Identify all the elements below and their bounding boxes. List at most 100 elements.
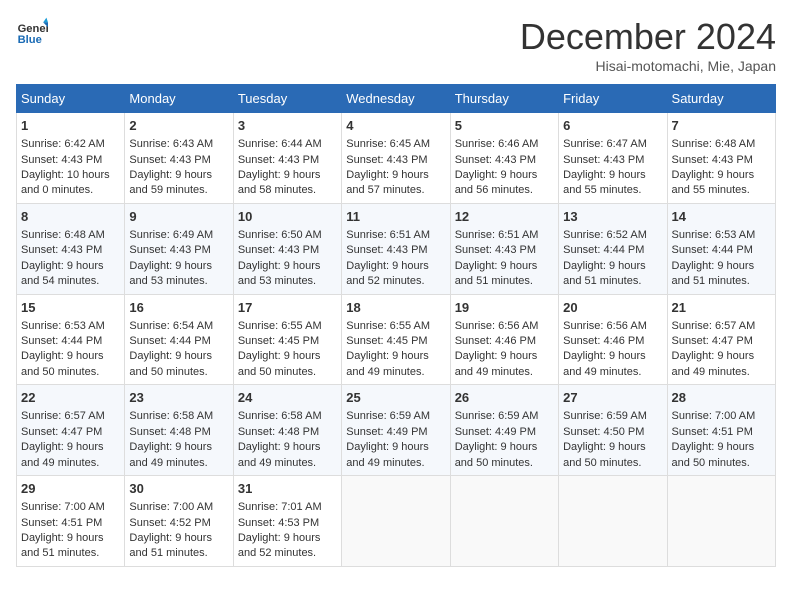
- day-number: 27: [563, 389, 662, 407]
- calendar-cell: 17Sunrise: 6:55 AMSunset: 4:45 PMDayligh…: [233, 294, 341, 385]
- day-info-line: Sunset: 4:43 PM: [672, 153, 771, 168]
- svg-text:General: General: [18, 23, 48, 35]
- day-info-line: and 57 minutes.: [346, 183, 445, 198]
- day-info-line: Sunset: 4:47 PM: [672, 334, 771, 349]
- day-info-line: Sunset: 4:43 PM: [455, 153, 554, 168]
- logo: General Blue: [16, 16, 48, 48]
- weekday-header-saturday: Saturday: [667, 85, 775, 113]
- day-info-line: Sunset: 4:49 PM: [346, 425, 445, 440]
- day-info-line: Sunrise: 6:59 AM: [455, 409, 554, 424]
- weekday-header-friday: Friday: [559, 85, 667, 113]
- day-info-line: Sunrise: 6:43 AM: [129, 137, 228, 152]
- day-number: 20: [563, 299, 662, 317]
- day-info-line: Daylight: 9 hours: [238, 168, 337, 183]
- calendar-cell: 13Sunrise: 6:52 AMSunset: 4:44 PMDayligh…: [559, 203, 667, 294]
- day-info-line: and 55 minutes.: [672, 183, 771, 198]
- calendar-cell: 10Sunrise: 6:50 AMSunset: 4:43 PMDayligh…: [233, 203, 341, 294]
- svg-text:Blue: Blue: [18, 34, 42, 46]
- day-number: 2: [129, 117, 228, 135]
- day-info-line: Daylight: 9 hours: [129, 259, 228, 274]
- day-info-line: Sunrise: 6:55 AM: [238, 319, 337, 334]
- day-info-line: Sunset: 4:51 PM: [672, 425, 771, 440]
- day-info-line: Sunset: 4:43 PM: [238, 243, 337, 258]
- day-number: 6: [563, 117, 662, 135]
- calendar-cell: [667, 476, 775, 567]
- day-number: 8: [21, 208, 120, 226]
- day-info-line: and 49 minutes.: [346, 365, 445, 380]
- calendar-cell: 2 Sunrise: 6:43 AMSunset: 4:43 PMDaylight…: [125, 113, 233, 204]
- day-info-line: Sunrise: 6:58 AM: [238, 409, 337, 424]
- day-info-line: Sunset: 4:43 PM: [129, 153, 228, 168]
- day-info-line: Sunset: 4:49 PM: [455, 425, 554, 440]
- day-info-line: Daylight: 9 hours: [455, 168, 554, 183]
- day-info-line: Sunset: 4:50 PM: [563, 425, 662, 440]
- day-info-line: and 49 minutes.: [563, 365, 662, 380]
- calendar-cell: [450, 476, 558, 567]
- weekday-header-thursday: Thursday: [450, 85, 558, 113]
- day-info-line: Daylight: 9 hours: [672, 440, 771, 455]
- calendar-cell: 12Sunrise: 6:51 AMSunset: 4:43 PMDayligh…: [450, 203, 558, 294]
- day-number: 29: [21, 480, 120, 498]
- day-info-line: Daylight: 9 hours: [672, 349, 771, 364]
- day-info-line: and 51 minutes.: [672, 274, 771, 289]
- day-info-line: and 53 minutes.: [238, 274, 337, 289]
- day-info-line: Daylight: 9 hours: [21, 349, 120, 364]
- calendar-cell: 1Sunrise: 6:42 AMSunset: 4:43 PMDaylight…: [17, 113, 125, 204]
- logo-icon: General Blue: [16, 16, 48, 48]
- day-number: 23: [129, 389, 228, 407]
- day-info-line: Daylight: 9 hours: [455, 440, 554, 455]
- day-info-line: Sunset: 4:51 PM: [21, 516, 120, 531]
- day-number: 16: [129, 299, 228, 317]
- day-info-line: Sunrise: 6:53 AM: [21, 319, 120, 334]
- location-subtitle: Hisai-motomachi, Mie, Japan: [520, 58, 776, 74]
- day-number: 17: [238, 299, 337, 317]
- calendar-cell: 23Sunrise: 6:58 AMSunset: 4:48 PMDayligh…: [125, 385, 233, 476]
- day-info-line: Sunset: 4:43 PM: [21, 243, 120, 258]
- day-info-line: Sunrise: 6:49 AM: [129, 228, 228, 243]
- calendar-cell: 15Sunrise: 6:53 AMSunset: 4:44 PMDayligh…: [17, 294, 125, 385]
- calendar-cell: 25 Sunrise: 6:59 AMSunset: 4:49 PMDayligh…: [342, 385, 450, 476]
- calendar-week-row: 15Sunrise: 6:53 AMSunset: 4:44 PMDayligh…: [17, 294, 776, 385]
- day-info-line: Sunrise: 6:46 AM: [455, 137, 554, 152]
- day-number: 14: [672, 208, 771, 226]
- day-number: 25: [346, 389, 445, 407]
- day-info-line: Sunset: 4:43 PM: [455, 243, 554, 258]
- weekday-header-row: SundayMondayTuesdayWednesdayThursdayFrid…: [17, 85, 776, 113]
- day-info-line: Sunrise: 6:59 AM: [346, 409, 445, 424]
- day-info-line: Daylight: 9 hours: [21, 259, 120, 274]
- weekday-header-tuesday: Tuesday: [233, 85, 341, 113]
- day-info-line: Daylight: 9 hours: [129, 168, 228, 183]
- day-info-line: Sunset: 4:43 PM: [346, 153, 445, 168]
- day-info-line: and 49 minutes.: [129, 456, 228, 471]
- day-info-line: Daylight: 9 hours: [238, 440, 337, 455]
- day-number: 5: [455, 117, 554, 135]
- day-info-line: Daylight: 9 hours: [129, 349, 228, 364]
- day-info-line: Sunset: 4:52 PM: [129, 516, 228, 531]
- day-info-line: Daylight: 9 hours: [129, 440, 228, 455]
- day-info-line: and 51 minutes.: [563, 274, 662, 289]
- day-info-line: Sunset: 4:43 PM: [563, 153, 662, 168]
- day-info-line: and 52 minutes.: [346, 274, 445, 289]
- day-info-line: Daylight: 9 hours: [346, 440, 445, 455]
- day-info-line: Daylight: 9 hours: [238, 259, 337, 274]
- day-info-line: and 54 minutes.: [21, 274, 120, 289]
- day-info-line: Sunrise: 6:42 AM: [21, 137, 120, 152]
- page-header: General Blue December 2024 Hisai-motomac…: [16, 16, 776, 74]
- day-info-line: Sunrise: 6:48 AM: [672, 137, 771, 152]
- day-info-line: Sunrise: 6:56 AM: [563, 319, 662, 334]
- day-info-line: Sunset: 4:43 PM: [21, 153, 120, 168]
- day-info-line: Sunset: 4:45 PM: [346, 334, 445, 349]
- calendar-cell: 27Sunrise: 6:59 AMSunset: 4:50 PMDayligh…: [559, 385, 667, 476]
- day-info-line: Daylight: 9 hours: [346, 259, 445, 274]
- day-info-line: and 56 minutes.: [455, 183, 554, 198]
- calendar-cell: 16Sunrise: 6:54 AMSunset: 4:44 PMDayligh…: [125, 294, 233, 385]
- day-number: 13: [563, 208, 662, 226]
- calendar-week-row: 1Sunrise: 6:42 AMSunset: 4:43 PMDaylight…: [17, 113, 776, 204]
- day-info-line: Sunrise: 6:51 AM: [346, 228, 445, 243]
- day-info-line: and 53 minutes.: [129, 274, 228, 289]
- calendar-cell: 9Sunrise: 6:49 AMSunset: 4:43 PMDaylight…: [125, 203, 233, 294]
- title-block: December 2024 Hisai-motomachi, Mie, Japa…: [520, 16, 776, 74]
- day-info-line: Sunrise: 6:55 AM: [346, 319, 445, 334]
- calendar-cell: [342, 476, 450, 567]
- day-info-line: Sunrise: 7:00 AM: [672, 409, 771, 424]
